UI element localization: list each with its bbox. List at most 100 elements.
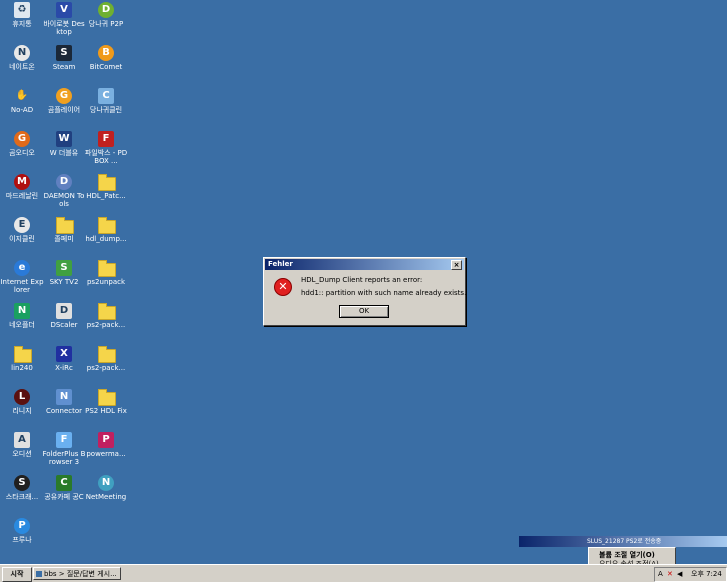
desktop-icon[interactable]: lin240 [0, 345, 44, 372]
desktop-icon-label: 네이트온 [9, 63, 35, 71]
desktop-icon-label: 스타크래... [5, 493, 39, 501]
desktop-icon-label: DAEMON Tools [43, 192, 85, 208]
desktop-icon[interactable]: G 곰플레이어 [42, 87, 86, 114]
desktop-icon-label: 오디션 [12, 450, 32, 458]
error-message-line2: hdd1:: partition with such name already … [301, 289, 467, 297]
donkey-p2p-icon: D [97, 1, 115, 19]
dialog-titlebar[interactable]: Fehler × [265, 259, 464, 270]
folder-icon [97, 302, 116, 320]
desktop-icon-label: HDL_Patc... [86, 192, 126, 200]
powermax-icon: P [97, 431, 115, 449]
desktop-icon[interactable]: 졸페미 [42, 216, 86, 243]
ime-indicator-icon[interactable]: A [658, 568, 663, 581]
folder-icon [97, 173, 116, 191]
desktop-icon-label: 이지클린 [9, 235, 35, 243]
desktop-icon[interactable]: D 당나귀 P2P [84, 1, 128, 28]
desktop-icon[interactable]: PS2 HDL Fix [84, 388, 128, 415]
desktop-icon-label: ps2-pack... [86, 321, 126, 329]
desktop-icon-label: 프루나 [12, 536, 32, 544]
pruna-icon: P [13, 517, 31, 535]
folderplus-icon: F [55, 431, 73, 449]
desktop-icon-label: 곰플레이어 [47, 106, 81, 114]
nateon-icon: N [13, 44, 31, 62]
dscaler-icon: D [55, 302, 73, 320]
clock: 오후 7:24 [691, 570, 722, 578]
x-tray-icon[interactable]: ✕ [667, 568, 673, 581]
close-button[interactable]: × [451, 260, 462, 270]
desktop-icon[interactable]: Ppowerma... [84, 431, 128, 458]
desktop-icon-label: 곰오디오 [9, 149, 35, 157]
desktop-icon-label: 공유카페 공C [44, 493, 84, 501]
connector-icon: N [55, 388, 73, 406]
desktop-icon[interactable]: V 바이로봇 Desktop [42, 1, 86, 36]
desktop-icon[interactable]: G 곰오디오 [0, 130, 44, 157]
gom-audio-icon: G [13, 130, 31, 148]
desktop-icon[interactable]: S Steam [42, 44, 86, 71]
desktop-icon[interactable]: S SKY TV2 [42, 259, 86, 286]
desktop-icon-label: No-AD [10, 106, 34, 114]
desktop-icon[interactable]: ♻ 휴지통 [0, 1, 44, 28]
desktop-icon-label: Internet Explorer [0, 278, 44, 294]
desktop-icon[interactable]: D DAEMON Tools [42, 173, 86, 208]
desktop-icon[interactable]: e Internet Explorer [0, 259, 44, 294]
start-button[interactable]: 시작 [2, 567, 32, 582]
desktop-icon-label: 마드레날린 [5, 192, 39, 200]
desktop-icon[interactable]: HDL_Patc... [84, 173, 128, 200]
desktop-icon[interactable]: ps2unpack [84, 259, 128, 286]
desktop-icon[interactable]: ps2-pack... [84, 345, 128, 372]
internet-explorer-icon: e [13, 259, 31, 277]
folder-icon [97, 259, 116, 277]
desktop-icon[interactable]: L 리니지 [0, 388, 44, 415]
w-icon: W [55, 130, 73, 148]
desktop-icon[interactable]: D DScaler [42, 302, 86, 329]
sky-tv-icon: S [55, 259, 73, 277]
speaker-icon[interactable]: ◀ [677, 568, 682, 581]
folder-icon [13, 345, 32, 363]
lineage-icon: L [13, 388, 31, 406]
desktop-icon[interactable]: S 스타크래... [0, 474, 44, 501]
desktop-icon-label: Connector [45, 407, 83, 415]
taskbar-item[interactable]: bbs > 질문/답변 게시... [33, 567, 121, 580]
pdbox-icon: F [97, 130, 115, 148]
desktop-icon[interactable]: N NetMeeting [84, 474, 128, 501]
desktop-icon-label: FolderPlus Browser 3 [42, 450, 86, 466]
netmeeting-icon: N [97, 474, 115, 492]
daemon-tools-icon: D [55, 173, 73, 191]
desktop-icon[interactable]: A 오디션 [0, 431, 44, 458]
desktop-icon-label: BitComet [89, 63, 123, 71]
recycle-bin-icon: ♻ [13, 1, 31, 19]
audition-icon: A [13, 431, 31, 449]
folder-icon [97, 388, 116, 406]
desktop-icon[interactable]: P 프루나 [0, 517, 44, 544]
desktop-icon-label: 리니지 [12, 407, 32, 415]
desktop-icon[interactable]: X X-iRc [42, 345, 86, 372]
desktop-icon-label: lin240 [11, 364, 33, 372]
desktop-icon[interactable]: C 공유카페 공C [42, 474, 86, 501]
desktop-icon-label: 휴지통 [12, 20, 32, 28]
desktop-icon[interactable]: F 파일박스 - PDBOX ... [84, 130, 128, 165]
desktop-icon-label: X-iRc [55, 364, 73, 372]
desktop-icon[interactable]: ✋ No-AD [0, 87, 44, 114]
desktop-icon[interactable]: N 네오플더 [0, 302, 44, 329]
virobot-icon: V [55, 1, 73, 19]
desktop-icon-label: NetMeeting [85, 493, 127, 501]
desktop-icon-label: 당나귀 P2P [88, 20, 124, 28]
ok-button[interactable]: OK [339, 305, 389, 318]
gongc-icon: C [55, 474, 73, 492]
folder-icon [97, 216, 116, 234]
desktop-icon[interactable]: WW 더블유 [42, 130, 86, 157]
desktop-icon[interactable]: F FolderPlus Browser 3 [42, 431, 86, 466]
gom-player-icon: G [55, 87, 73, 105]
desktop-icon[interactable]: N 네이트온 [0, 44, 44, 71]
desktop-icon[interactable]: C 당나귀클린 [84, 87, 128, 114]
desktop-icon-label: 당나귀클린 [89, 106, 123, 114]
desktop-icon-label: 네오플더 [9, 321, 35, 329]
desktop-icon[interactable]: M 마드레날린 [0, 173, 44, 200]
desktop-icon[interactable]: N Connector [42, 388, 86, 415]
taskbar-item-label: bbs > 질문/답변 게시... [44, 570, 117, 578]
system-tray: A ✕ ◀ 오후 7:24 [654, 567, 727, 582]
desktop-icon[interactable]: E 이지클린 [0, 216, 44, 243]
desktop-icon[interactable]: hdl_dump... [84, 216, 128, 243]
desktop-icon[interactable]: B BitComet [84, 44, 128, 71]
desktop-icon[interactable]: ps2-pack... [84, 302, 128, 329]
